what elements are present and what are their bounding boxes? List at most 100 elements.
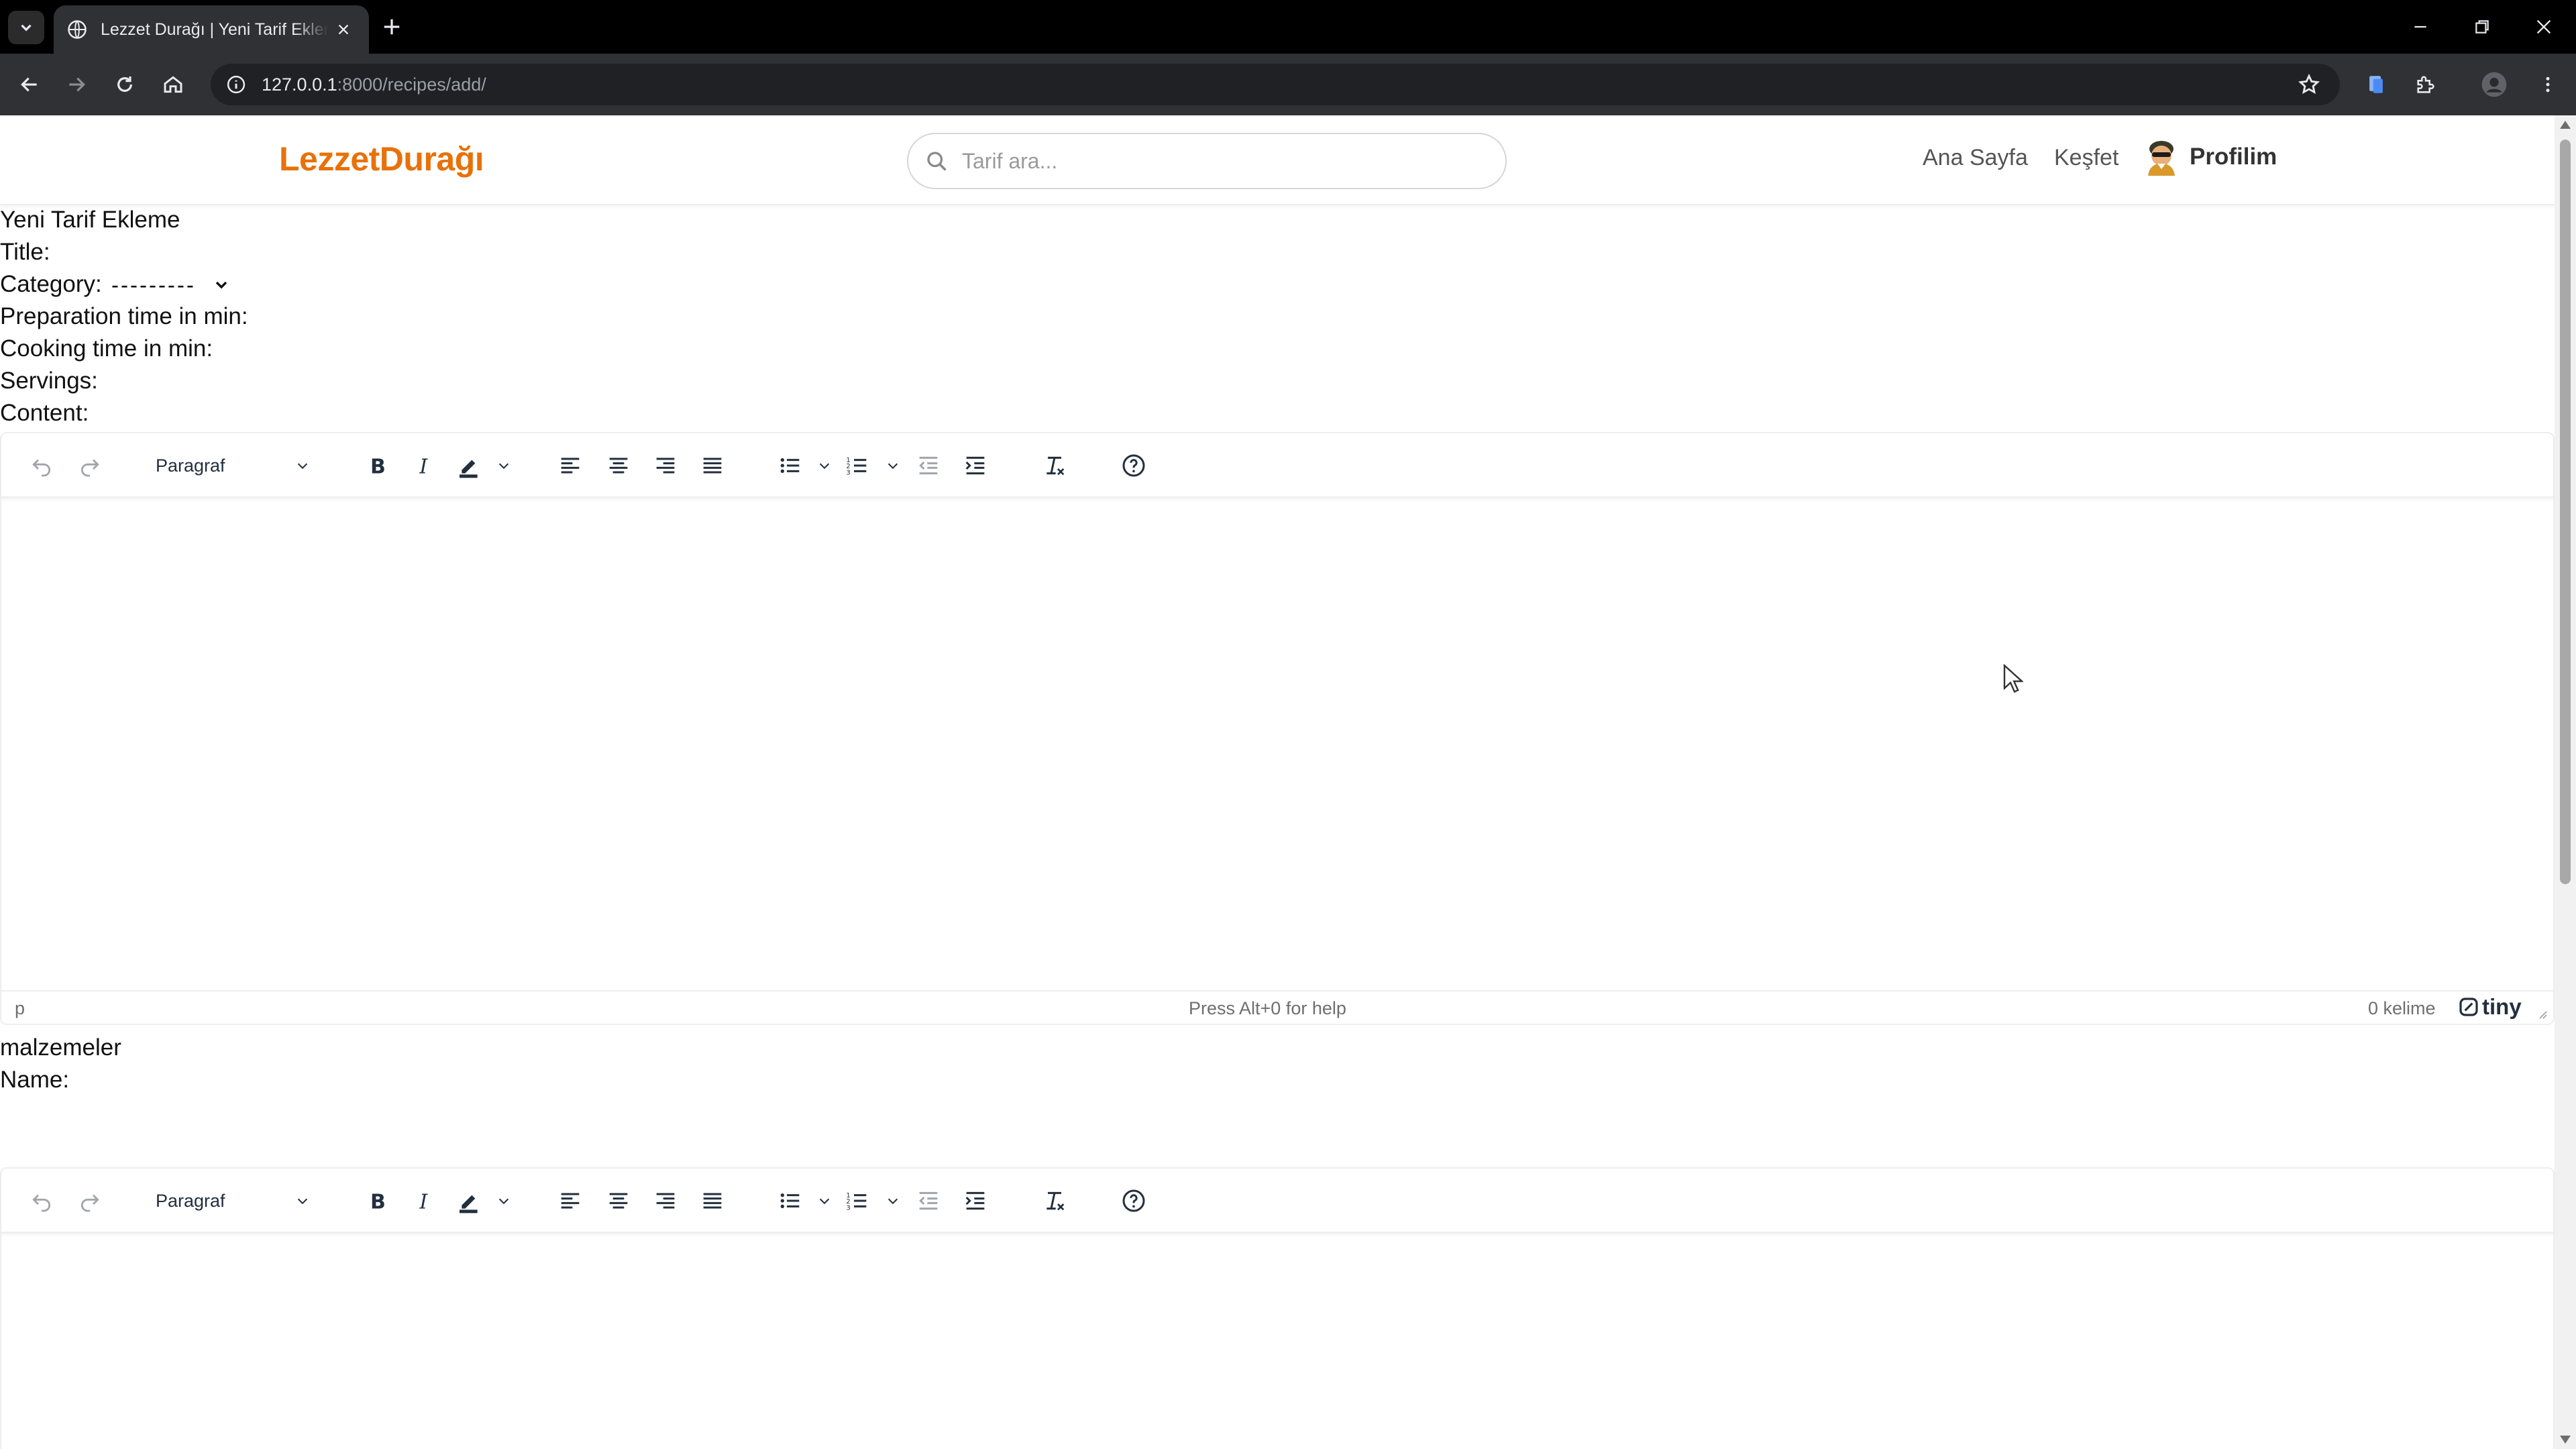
align-right-button[interactable]: [649, 449, 682, 482]
bullet-list-dropdown[interactable]: [816, 1185, 833, 1217]
word-count[interactable]: 0 kelime: [2368, 998, 2436, 1019]
reload-button[interactable]: [107, 67, 142, 102]
ingredients-editor: Paragraf B I 1 2 3: [0, 1167, 2555, 1449]
browser-toolbar: 127.0.0.1:8000/recipes/add/: [0, 54, 2576, 115]
highlight-dropdown[interactable]: [495, 1185, 513, 1217]
bullet-list-icon: [780, 1193, 800, 1208]
tiny-brand-link[interactable]: tiny: [2458, 994, 2522, 1020]
bookmark-star-icon[interactable]: [2296, 71, 2322, 98]
align-right-button[interactable]: [649, 1185, 682, 1217]
bullet-list-button[interactable]: [774, 449, 806, 482]
browser-menu-icon[interactable]: [2532, 68, 2564, 101]
outdent-icon: [919, 1191, 938, 1210]
indent-button[interactable]: [959, 449, 991, 482]
block-format-select[interactable]: Paragraf: [145, 1183, 321, 1218]
browser-tabstrip: Lezzet Durağı | Yeni Tarif Ekleme: [0, 0, 2576, 54]
restore-icon: [2475, 20, 2489, 34]
italic-icon: I: [419, 1191, 428, 1214]
chevron-down-icon: [888, 463, 898, 470]
indent-button[interactable]: [959, 1185, 991, 1217]
extension-icon[interactable]: [2360, 68, 2392, 101]
italic-button[interactable]: I: [408, 1185, 440, 1217]
align-justify-button[interactable]: [696, 1185, 729, 1217]
restore-button[interactable]: [2451, 0, 2513, 54]
italic-button[interactable]: I: [408, 449, 440, 482]
category-select[interactable]: ---------: [111, 272, 229, 298]
site-logo[interactable]: LezzetDurağı: [279, 140, 484, 178]
scroll-up-arrow-icon[interactable]: [2560, 121, 2571, 129]
chevron-down-icon: [498, 463, 509, 470]
title-input[interactable]: [58, 235, 326, 264]
undo-icon: [32, 459, 50, 477]
bold-button[interactable]: B: [361, 449, 393, 482]
bullet-list-button[interactable]: [774, 1185, 806, 1217]
back-button[interactable]: [12, 67, 47, 102]
bullet-list-dropdown[interactable]: [816, 449, 833, 482]
align-left-button[interactable]: [554, 1185, 586, 1217]
align-left-button[interactable]: [554, 449, 586, 482]
align-center-button[interactable]: [602, 449, 635, 482]
ingredients-editor-area[interactable]: [1, 1233, 2553, 1449]
align-center-icon: [609, 1193, 628, 1209]
new-tab-button[interactable]: [377, 12, 407, 42]
nav-explore-link[interactable]: Keşfet: [2054, 145, 2118, 171]
outdent-button[interactable]: [912, 449, 945, 482]
align-justify-button[interactable]: [696, 449, 729, 482]
numbered-list-button[interactable]: 123: [841, 1185, 873, 1217]
address-bar[interactable]: 127.0.0.1:8000/recipes/add/: [211, 64, 2340, 105]
resize-handle-icon[interactable]: [2534, 1006, 2548, 1020]
reload-icon: [117, 76, 132, 92]
highlight-button[interactable]: [453, 449, 486, 482]
undo-button[interactable]: [25, 1185, 58, 1217]
chevron-down-icon: [215, 281, 227, 289]
profile-label: Profilim: [2190, 144, 2277, 170]
clear-format-button[interactable]: [1038, 449, 1071, 482]
extensions-puzzle-icon[interactable]: [2410, 68, 2442, 101]
undo-button[interactable]: [25, 449, 58, 482]
content-editor-area[interactable]: [1, 498, 2553, 991]
window-close-button[interactable]: [2513, 0, 2575, 54]
site-info-icon[interactable]: [224, 72, 248, 97]
help-button[interactable]: [1118, 1185, 1150, 1217]
numbered-list-button[interactable]: 123: [841, 449, 873, 482]
tab-close-icon[interactable]: [331, 17, 356, 42]
redo-button[interactable]: [74, 449, 106, 482]
nav-home-link[interactable]: Ana Sayfa: [1923, 145, 2028, 171]
cook-time-input[interactable]: [227, 331, 495, 361]
outdent-button[interactable]: [912, 1185, 945, 1217]
recipe-search[interactable]: [907, 133, 1507, 189]
highlight-button[interactable]: [453, 1185, 486, 1217]
editor-statusbar: p Press Alt+0 for help 0 kelime tiny: [1, 990, 2553, 1024]
minimize-button[interactable]: [2390, 0, 2451, 54]
page-scrollbar[interactable]: [2555, 115, 2576, 1449]
clear-formatting-icon: [1046, 1191, 1065, 1211]
category-selected-value: ---------: [111, 272, 196, 297]
home-button[interactable]: [156, 67, 191, 102]
numbered-list-dropdown[interactable]: [884, 1185, 902, 1217]
element-path[interactable]: p: [15, 998, 25, 1019]
block-format-select[interactable]: Paragraf: [145, 448, 321, 483]
search-icon: [923, 148, 950, 174]
italic-icon: I: [419, 455, 428, 479]
bold-icon: B: [370, 1191, 386, 1214]
profile-menu[interactable]: Profilim: [2144, 138, 2277, 176]
redo-button[interactable]: [74, 1185, 106, 1217]
bold-button[interactable]: B: [361, 1185, 393, 1217]
align-justify-icon: [703, 458, 722, 474]
tab-search-button[interactable]: [8, 11, 44, 44]
clear-format-button[interactable]: [1038, 1185, 1071, 1217]
search-input[interactable]: [962, 148, 1485, 174]
help-button[interactable]: [1118, 449, 1150, 482]
align-center-button[interactable]: [602, 1185, 635, 1217]
forward-button[interactable]: [59, 67, 94, 102]
servings-input[interactable]: [102, 364, 370, 393]
help-hint: Press Alt+0 for help: [1189, 998, 1346, 1018]
prep-time-input[interactable]: [263, 299, 531, 329]
scrollbar-thumb[interactable]: [2560, 140, 2571, 884]
profile-avatar-icon[interactable]: [2478, 68, 2510, 101]
numbered-list-dropdown[interactable]: [884, 449, 902, 482]
browser-tab-active[interactable]: Lezzet Durağı | Yeni Tarif Ekleme: [54, 5, 369, 54]
scroll-down-arrow-icon[interactable]: [2560, 1436, 2571, 1444]
chef-avatar-icon: [2148, 141, 2175, 176]
highlight-dropdown[interactable]: [495, 449, 513, 482]
